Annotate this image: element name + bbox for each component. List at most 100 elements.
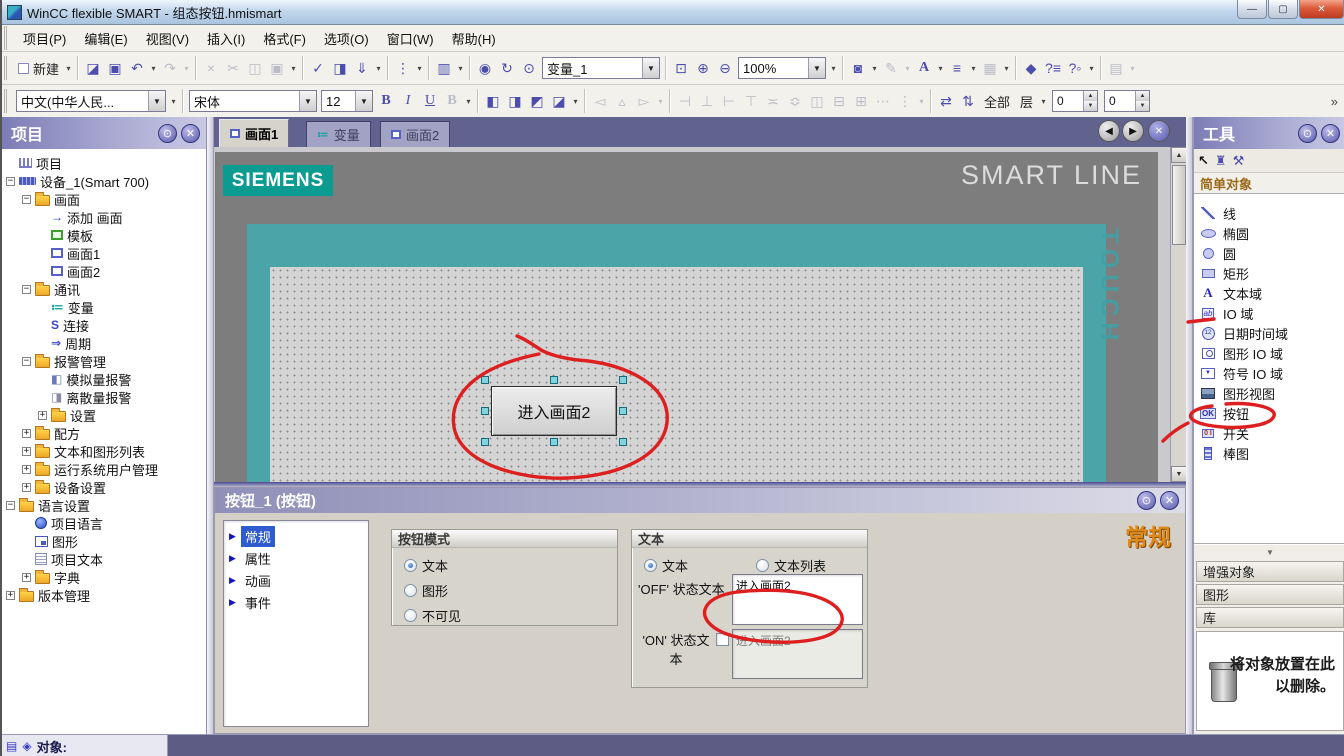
tree-item[interactable]: − 设备_1(Smart 700)	[2, 172, 206, 190]
menu-item[interactable]: 插入(I)	[198, 25, 254, 52]
section-bar[interactable]: 增强对象	[1196, 561, 1344, 582]
collapse-icon[interactable]: −	[6, 176, 15, 186]
mode-option[interactable]: 不可见	[404, 606, 461, 625]
expand-icon[interactable]: +	[22, 428, 31, 438]
menu-item[interactable]: 选项(O)	[315, 25, 378, 52]
zoom-out-icon[interactable]: ⊖	[714, 56, 736, 80]
font-color-dropdown-icon[interactable]: ▾	[935, 56, 946, 80]
layer-to-spinner[interactable]: 0 ▲ ▼	[1104, 90, 1151, 112]
minimize-button[interactable]: —	[1237, 0, 1267, 19]
scroll-up-icon[interactable]: ▲	[1171, 147, 1187, 163]
find-icon[interactable]: ◉	[474, 56, 496, 80]
collapse-icon[interactable]: −	[22, 284, 31, 294]
tree-item[interactable]: + 版本管理	[2, 586, 206, 604]
expand-icon[interactable]: +	[6, 590, 15, 600]
new-button[interactable]: 新建	[14, 56, 63, 80]
properties-nav-item[interactable]: ▶ 属性	[224, 547, 368, 569]
paste-dropdown-icon[interactable]: ▾	[288, 56, 299, 80]
selection-handle[interactable]	[619, 438, 627, 446]
tree-item[interactable]: ◧ 模拟量报警	[2, 370, 206, 388]
expand-icon[interactable]: +	[22, 464, 31, 474]
tab-inactive[interactable]: ≔ 变量	[306, 121, 371, 147]
mode-option[interactable]: 文本	[404, 556, 448, 575]
tree-item[interactable]: S 连接	[2, 316, 206, 334]
tree-item[interactable]: − 通讯	[2, 280, 206, 298]
chevron-down-icon[interactable]: ▼	[148, 91, 165, 111]
properties-nav-item[interactable]: ▶ 常规	[224, 525, 368, 547]
selection-handle[interactable]	[550, 376, 558, 384]
close-icon[interactable]: ✕	[1160, 491, 1179, 510]
fill-color-icon[interactable]: ◙	[847, 56, 869, 80]
text-direction-up-icon[interactable]: ◩	[526, 89, 548, 113]
zoom-in-icon[interactable]: ⊕	[692, 56, 714, 80]
chevron-down-icon[interactable]: ▼	[355, 91, 372, 111]
canvas-button[interactable]: 进入画面2	[491, 386, 617, 436]
tool-item[interactable]: 12 日期时间域	[1198, 323, 1344, 343]
sort-icon[interactable]: ⋮	[392, 56, 414, 80]
new-dropdown-icon[interactable]: ▾	[63, 56, 74, 80]
tree-item[interactable]: + 设置	[2, 406, 206, 424]
output-view-icon[interactable]: ▤	[6, 739, 17, 753]
text-style-dropdown-icon[interactable]: ▾	[463, 89, 474, 113]
selection-handle[interactable]	[481, 376, 489, 384]
bold-icon[interactable]: B	[375, 89, 397, 113]
menu-item[interactable]: 格式(F)	[254, 25, 315, 52]
selection-handle[interactable]	[619, 376, 627, 384]
toolbar-grip[interactable]	[4, 26, 10, 50]
open-project-icon[interactable]: ◪	[82, 56, 104, 80]
wrench-icon[interactable]: ⚒	[1233, 153, 1245, 169]
section-bar[interactable]: 图形	[1196, 584, 1344, 605]
zoom-dropdown-icon[interactable]: ▾	[828, 56, 839, 80]
trash-drop-area[interactable]: 将对象放置在此以删除。	[1196, 631, 1344, 731]
pointer-icon[interactable]: ↖	[1198, 153, 1209, 169]
maximize-button[interactable]: ▢	[1268, 0, 1298, 19]
expand-icon[interactable]: +	[22, 572, 31, 582]
font-combo[interactable]: 宋体 ▼	[189, 90, 317, 112]
tab-inactive[interactable]: 画面2	[380, 121, 451, 147]
selection-box[interactable]: 进入画面2	[481, 376, 627, 446]
check-consistency-icon[interactable]: ✓	[307, 56, 329, 80]
splitter-right[interactable]	[1186, 117, 1193, 734]
bring-forward-icon[interactable]: ⇄	[935, 89, 957, 113]
collapse-icon[interactable]: −	[22, 194, 31, 204]
mode-option[interactable]: 图形	[404, 581, 448, 600]
close-icon[interactable]: ✕	[1321, 123, 1340, 143]
tool-item[interactable]: 图形视图	[1198, 383, 1344, 403]
tool-item[interactable]: 椭圆	[1198, 223, 1344, 243]
properties-nav-item[interactable]: ▶ 事件	[224, 591, 368, 613]
toolbar-overflow-icon[interactable]: »	[1331, 94, 1338, 109]
font-color-icon[interactable]: A	[913, 56, 935, 80]
tag-combo[interactable]: 变量_1 ▼	[542, 57, 661, 79]
selection-handle[interactable]	[481, 438, 489, 446]
editor-vertical-scrollbar[interactable]: ▲ ▼	[1170, 147, 1187, 482]
tree-item[interactable]: ⇒ 周期	[2, 334, 206, 352]
tab-active[interactable]: 画面1	[219, 119, 290, 147]
spin-up-icon[interactable]: ▲	[1084, 91, 1098, 101]
find-down-icon[interactable]: ⊙	[518, 56, 540, 80]
on-state-checkbox[interactable]	[716, 633, 729, 646]
collapse-icon[interactable]: −	[22, 356, 31, 366]
section-bar[interactable]: 库	[1196, 607, 1344, 628]
line-style-icon[interactable]: ≡	[946, 56, 968, 80]
menu-item[interactable]: 项目(P)	[14, 25, 75, 52]
nav-back-icon[interactable]: ◀	[1098, 120, 1120, 142]
transfer-dropdown-icon[interactable]: ▾	[373, 56, 384, 80]
tool-item[interactable]: 棒图	[1198, 443, 1344, 463]
tool-item[interactable]: 0 I 开关	[1198, 423, 1344, 443]
text-radio[interactable]: 文本	[644, 556, 688, 575]
cross-reference-icon[interactable]: ▥	[433, 56, 455, 80]
help-contents-icon[interactable]: ?≡	[1042, 56, 1064, 80]
tree-item[interactable]: → 添加 画面	[2, 208, 206, 226]
tree-item[interactable]: 画面2	[2, 262, 206, 280]
expand-icon[interactable]: +	[22, 482, 31, 492]
cross-reference-dropdown-icon[interactable]: ▾	[455, 56, 466, 80]
expand-icon[interactable]: +	[22, 446, 31, 456]
tool-item[interactable]: 线	[1198, 203, 1344, 223]
close-icon[interactable]: ✕	[181, 123, 200, 143]
selection-handle[interactable]	[550, 438, 558, 446]
compile-icon[interactable]: ◨	[329, 56, 351, 80]
language-combo[interactable]: 中文(中华人民... ▼	[16, 90, 166, 112]
tree-item[interactable]: 模板	[2, 226, 206, 244]
simple-objects-section-header[interactable]: 简单对象	[1194, 173, 1344, 195]
pin-icon[interactable]: ⊙	[158, 123, 177, 143]
